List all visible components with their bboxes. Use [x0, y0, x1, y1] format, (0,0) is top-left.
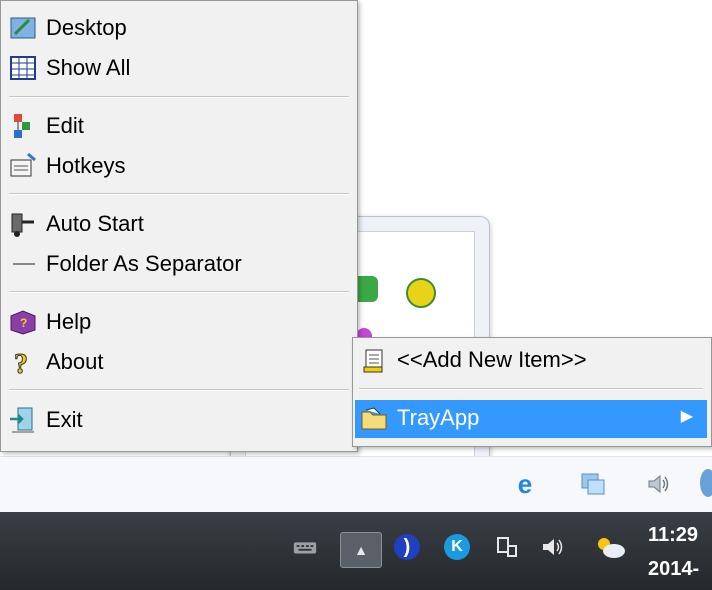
submenu-arrow-icon: ▶ [680, 408, 693, 425]
submenu-item-label: <<Add New Item>> [397, 347, 587, 372]
weather-icon[interactable] [592, 534, 628, 560]
exit-door-icon [7, 405, 39, 435]
menu-item-help[interactable]: ? Help [1, 303, 357, 341]
clock-date[interactable]: 2014- [648, 558, 699, 581]
grid-icon [7, 53, 39, 83]
volume-icon[interactable] [646, 471, 672, 497]
svg-text:?: ? [14, 349, 28, 377]
menu-item-label: Folder As Separator [46, 251, 242, 276]
menu-item-label: Exit [46, 407, 83, 432]
menu-item-label: About [46, 349, 104, 374]
question-mark-icon: ? [7, 347, 39, 378]
menu-separator [9, 96, 349, 98]
taskbar-upper-strip: e [0, 456, 712, 513]
folder-icon [359, 404, 389, 434]
desktop-icon [7, 13, 39, 43]
k-app-icon[interactable]: K [444, 534, 470, 560]
menu-item-label: Edit [46, 113, 84, 138]
windows-switch-icon[interactable] [580, 471, 606, 497]
show-hidden-icons-button[interactable]: ▲ [340, 532, 382, 568]
menu-item-folder-as-separator[interactable]: Folder As Separator [1, 245, 357, 283]
menu-item-label: Auto Start [46, 211, 144, 236]
menu-item-edit[interactable]: Edit [1, 107, 357, 145]
submenu-item-label: TrayApp [397, 405, 480, 430]
speaker-icon[interactable] [540, 534, 566, 560]
edit-tree-icon [7, 111, 39, 141]
keyboard-icon[interactable] [292, 534, 318, 560]
menu-item-label: Show All [46, 55, 131, 80]
auto-start-icon [7, 209, 39, 239]
green-plus-icon[interactable] [406, 278, 436, 308]
svg-text:?: ? [20, 316, 27, 330]
menu-item-label: Desktop [46, 15, 127, 40]
menu-separator [9, 291, 349, 293]
tray-submenu: <<Add New Item>> TrayApp ▶ [352, 337, 712, 447]
tray-context-menu: Desktop Show All Edit Hotkeys Auto Start… [0, 0, 358, 452]
internet-explorer-icon[interactable]: e [512, 469, 538, 499]
menu-separator [9, 389, 349, 391]
submenu-item-add-new-item[interactable]: <<Add New Item>> [355, 342, 707, 380]
partial-tray-icon[interactable] [700, 469, 712, 497]
help-book-icon: ? [7, 307, 39, 337]
menu-item-show-all[interactable]: Show All [1, 49, 357, 87]
menu-separator [9, 193, 349, 195]
submenu-separator [359, 388, 703, 390]
submenu-item-trayapp[interactable]: TrayApp ▶ [355, 400, 707, 438]
menu-item-desktop[interactable]: Desktop [1, 9, 357, 47]
blue-globe-app-icon[interactable]: ) [394, 534, 420, 560]
network-icon[interactable] [494, 534, 520, 560]
separator-line-icon [7, 249, 39, 279]
clock-time[interactable]: 11:29 [648, 524, 698, 547]
menu-item-label: Hotkeys [46, 153, 126, 178]
taskbar: ▲ ) K 11:29 2014- [0, 512, 712, 590]
menu-item-exit[interactable]: Exit [1, 401, 357, 439]
menu-item-about[interactable]: ? About [1, 343, 357, 381]
hotkeys-icon [7, 151, 39, 181]
menu-item-auto-start[interactable]: Auto Start [1, 205, 357, 243]
menu-item-hotkeys[interactable]: Hotkeys [1, 147, 357, 185]
menu-item-label: Help [46, 309, 92, 334]
notepad-icon [359, 346, 389, 376]
